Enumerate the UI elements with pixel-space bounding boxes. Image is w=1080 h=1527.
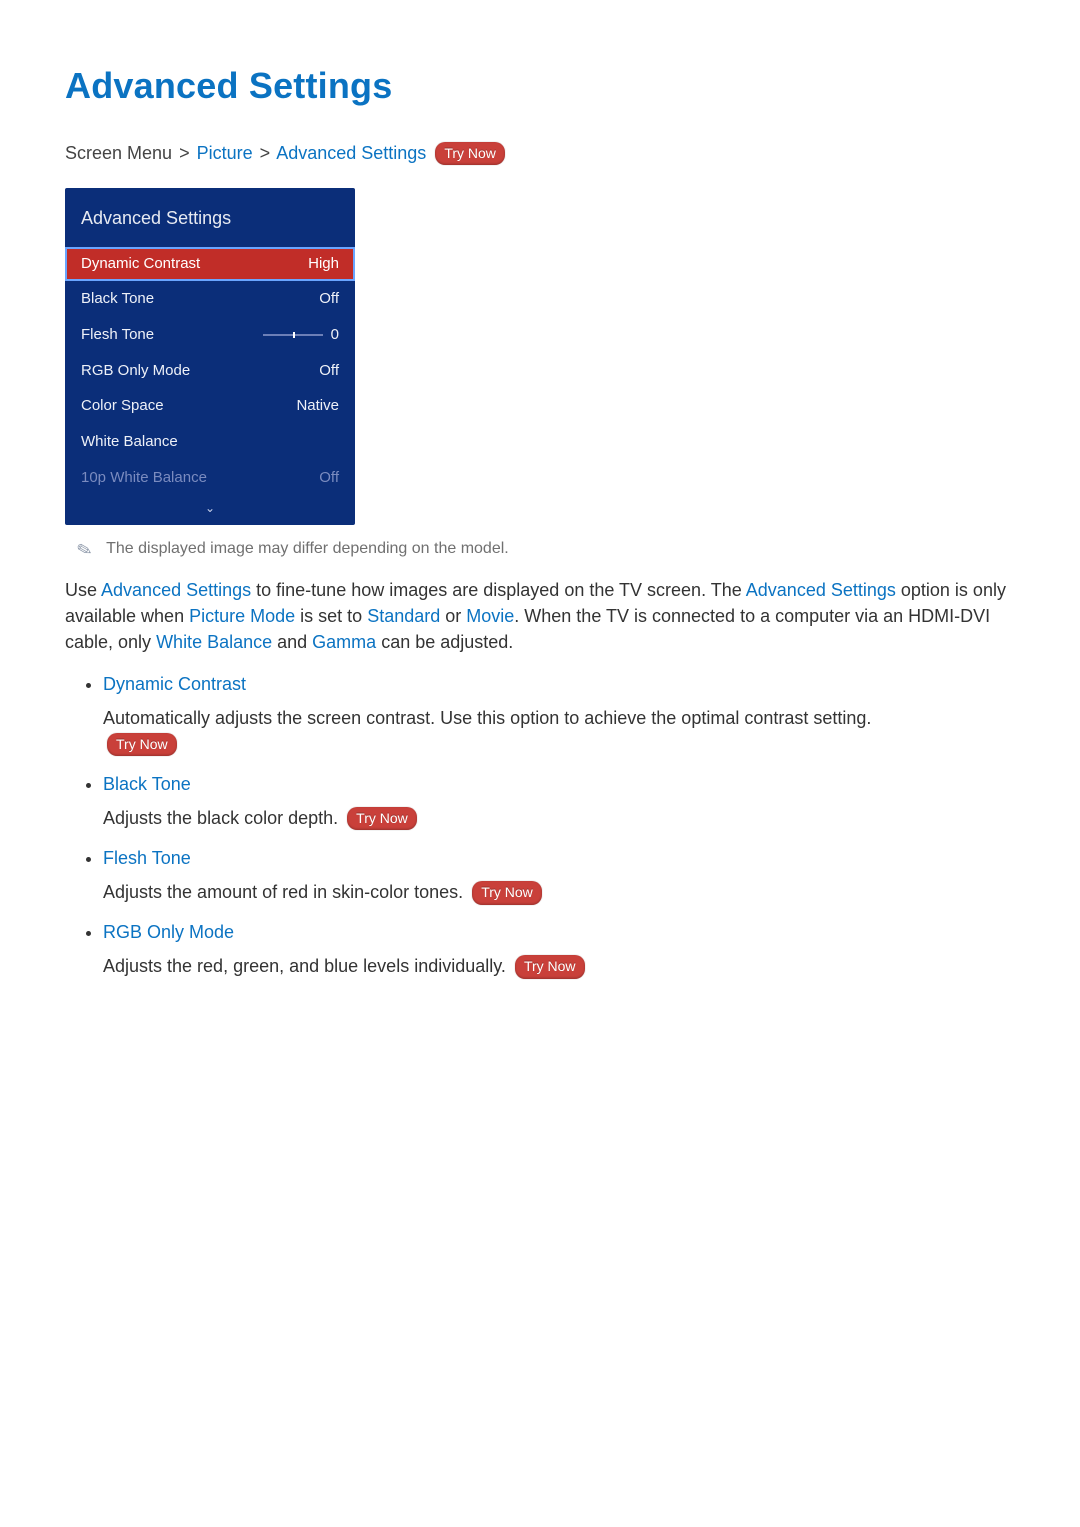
intro-paragraph: Use Advanced Settings to fine-tune how i…	[65, 577, 1015, 655]
settings-panel: Advanced Settings Dynamic Contrast High …	[65, 188, 355, 525]
menu-row-dynamic-contrast[interactable]: Dynamic Contrast High	[65, 247, 355, 281]
menu-row-label: Color Space	[81, 395, 164, 417]
feature-desc: Adjusts the black color depth. Try Now	[103, 805, 1015, 831]
menu-row-value: Off	[319, 360, 339, 382]
menu-row-label: RGB Only Mode	[81, 360, 190, 382]
menu-row-label: White Balance	[81, 431, 178, 453]
page-title: Advanced Settings	[65, 60, 1015, 112]
feature-black-tone: Black Tone Adjusts the black color depth…	[103, 771, 1015, 831]
slider-track	[263, 334, 323, 336]
menu-row-10p-white-balance: 10p White Balance Off	[65, 460, 355, 496]
feature-list: Dynamic Contrast Automatically adjusts t…	[65, 671, 1015, 979]
note: ✎ The displayed image may differ dependi…	[77, 537, 1015, 563]
feature-title: Dynamic Contrast	[103, 671, 1015, 697]
slider[interactable]: 0	[263, 324, 339, 346]
menu-row-label: Flesh Tone	[81, 324, 154, 346]
feature-dynamic-contrast: Dynamic Contrast Automatically adjusts t…	[103, 671, 1015, 757]
kw-advanced-settings: Advanced Settings	[101, 580, 251, 600]
crumb-root: Screen Menu	[65, 143, 172, 163]
kw-movie: Movie	[466, 606, 514, 626]
feature-desc: Adjusts the red, green, and blue levels …	[103, 953, 1015, 979]
kw-gamma: Gamma	[312, 632, 376, 652]
menu-row-label: 10p White Balance	[81, 467, 207, 489]
feature-desc: Automatically adjusts the screen contras…	[103, 705, 1015, 731]
menu-row-color-space[interactable]: Color Space Native	[65, 388, 355, 424]
feature-rgb-only-mode: RGB Only Mode Adjusts the red, green, an…	[103, 919, 1015, 979]
menu-row-label: Black Tone	[81, 288, 154, 310]
feature-flesh-tone: Flesh Tone Adjusts the amount of red in …	[103, 845, 1015, 905]
crumb-picture: Picture	[197, 143, 253, 163]
feature-title: Flesh Tone	[103, 845, 1015, 871]
crumb-sep: >	[177, 143, 192, 163]
kw-white-balance: White Balance	[156, 632, 272, 652]
menu-row-flesh-tone[interactable]: Flesh Tone 0	[65, 317, 355, 353]
menu-row-value: High	[308, 253, 339, 275]
kw-advanced-settings: Advanced Settings	[746, 580, 896, 600]
try-now-button[interactable]: Try Now	[435, 142, 505, 165]
menu-row-label: Dynamic Contrast	[81, 253, 200, 275]
pencil-icon: ✎	[74, 536, 95, 565]
kw-standard: Standard	[367, 606, 440, 626]
breadcrumb: Screen Menu > Picture > Advanced Setting…	[65, 140, 1015, 166]
menu-row-value: 0	[331, 324, 339, 346]
feature-desc: Adjusts the amount of red in skin-color …	[103, 879, 1015, 905]
crumb-sep: >	[258, 143, 273, 163]
menu-row-black-tone[interactable]: Black Tone Off	[65, 281, 355, 317]
menu-row-rgb-only-mode[interactable]: RGB Only Mode Off	[65, 353, 355, 389]
try-now-button[interactable]: Try Now	[347, 807, 417, 830]
try-now-button[interactable]: Try Now	[472, 881, 542, 904]
menu-row-white-balance[interactable]: White Balance	[65, 424, 355, 460]
menu-row-value: Off	[319, 288, 339, 310]
menu-row-value: Off	[319, 467, 339, 489]
crumb-advanced-settings: Advanced Settings	[276, 143, 426, 163]
try-now-button[interactable]: Try Now	[515, 955, 585, 978]
feature-title: Black Tone	[103, 771, 1015, 797]
chevron-down-icon[interactable]: ⌄	[65, 496, 355, 525]
menu-row-value: Native	[296, 395, 339, 417]
panel-title: Advanced Settings	[65, 188, 355, 247]
try-now-button[interactable]: Try Now	[107, 733, 177, 756]
note-text: The displayed image may differ depending…	[106, 537, 509, 560]
kw-picture-mode: Picture Mode	[189, 606, 295, 626]
slider-thumb	[293, 332, 295, 338]
feature-title: RGB Only Mode	[103, 919, 1015, 945]
